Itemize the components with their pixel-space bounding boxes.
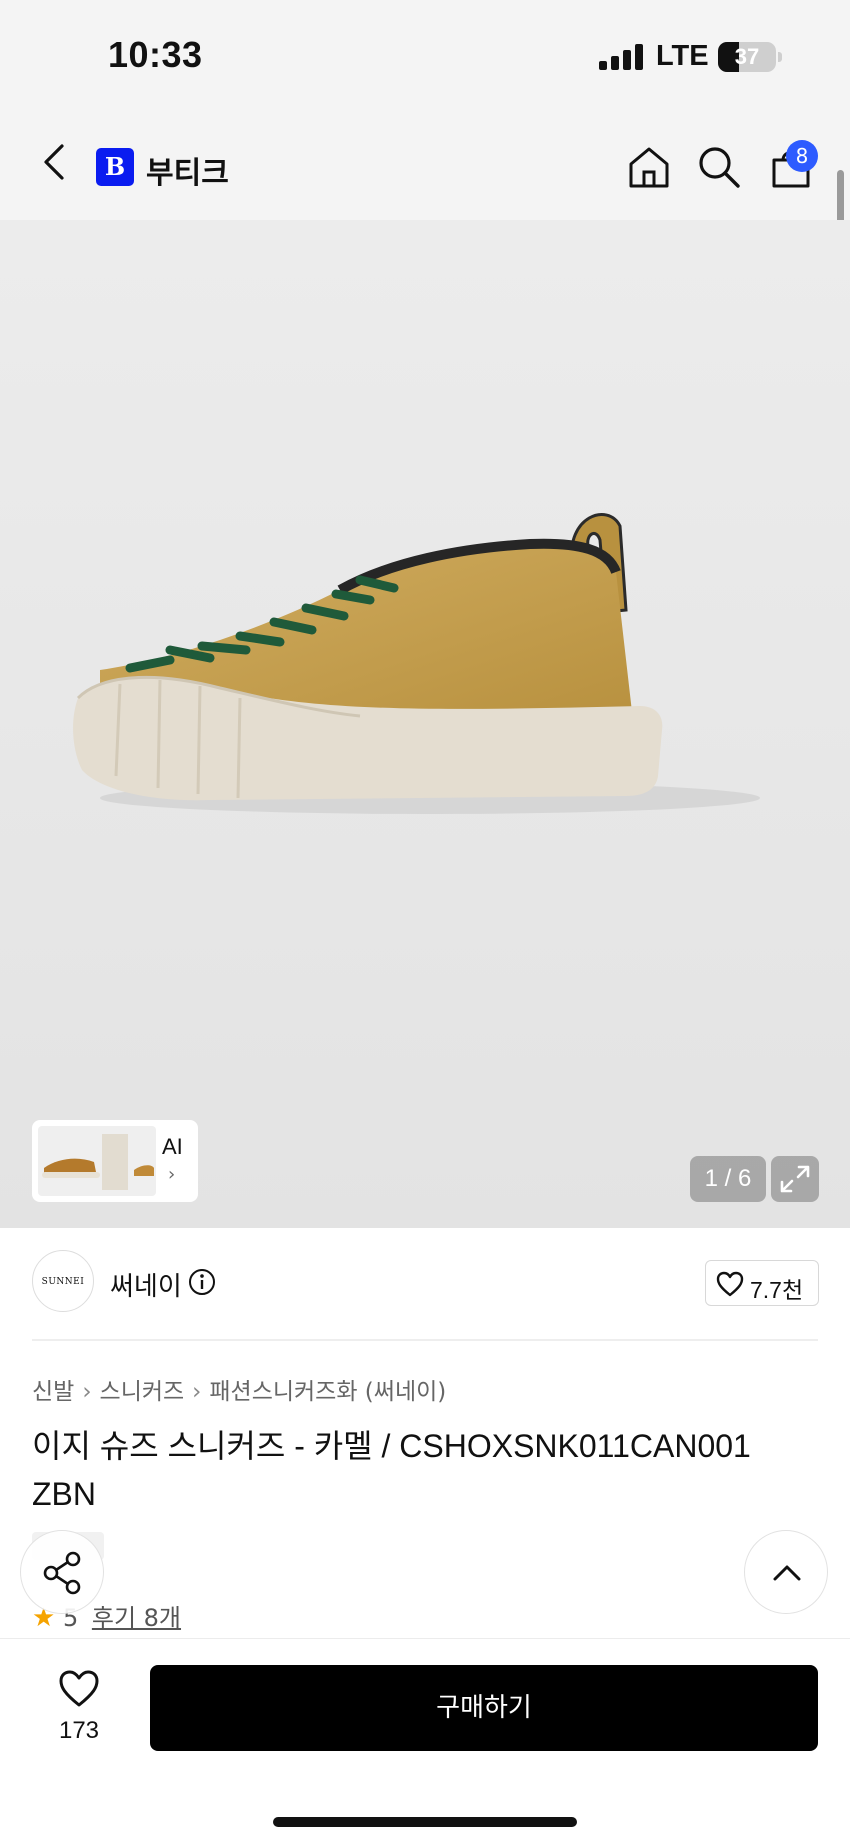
breadcrumb: 신발 › 스니커즈 › 패션스니커즈화 (써네이)	[32, 1372, 446, 1406]
share-icon	[43, 1551, 81, 1595]
ai-recommend-card[interactable]: AI ›	[32, 1120, 198, 1202]
image-counter: 1 / 6	[690, 1156, 766, 1202]
seller-name[interactable]: 써네이	[110, 1266, 182, 1303]
status-time: 10:33	[108, 34, 203, 75]
share-button[interactable]	[20, 1530, 104, 1614]
home-button[interactable]	[626, 144, 672, 190]
expand-icon	[780, 1165, 810, 1193]
ai-thumbnail-image	[38, 1126, 156, 1196]
breadcrumb-item[interactable]: 스니커즈	[100, 1379, 185, 1405]
ai-label: AI	[162, 1134, 183, 1159]
app-header: B 부티크 8	[0, 108, 850, 220]
back-icon	[44, 144, 64, 180]
product-title: 이지 슈즈 스니커즈 - 카멜 / CSHOXSNK011CAN001 ZBN	[32, 1428, 751, 1512]
chevron-up-icon	[773, 1565, 801, 1581]
product-image	[73, 513, 760, 814]
product-image-gallery[interactable]: AI › 1 / 6	[0, 220, 850, 1228]
breadcrumb-item[interactable]: 패션스니커즈화 (써네이)	[209, 1379, 446, 1405]
network-label: LTE	[656, 40, 709, 72]
battery-level: 37	[734, 44, 760, 69]
heart-icon	[716, 1271, 744, 1297]
status-bar: 10:33 LTE 37	[0, 0, 850, 108]
seller-row: SUNNEI 써네이 7.7천	[0, 1228, 850, 1340]
signal-icon	[599, 44, 643, 70]
info-icon[interactable]	[188, 1268, 216, 1296]
heart-icon	[59, 1670, 99, 1707]
wishlist-button[interactable]	[58, 1669, 100, 1709]
brand-like-count: 7.7천	[750, 1277, 804, 1303]
expand-button[interactable]	[771, 1156, 819, 1202]
cart-badge: 8	[786, 140, 818, 172]
search-icon	[699, 147, 740, 188]
brand-logo[interactable]: B	[96, 148, 134, 186]
breadcrumb-item[interactable]: 신발	[32, 1379, 74, 1405]
divider	[32, 1339, 818, 1341]
wishlist-count: 173	[58, 1717, 100, 1744]
home-indicator	[273, 1817, 577, 1827]
chevron-right-icon: ›	[192, 1379, 202, 1405]
brand-name[interactable]: 부티크	[146, 148, 229, 192]
seller-logo[interactable]: SUNNEI	[32, 1250, 94, 1312]
buy-button[interactable]: 구매하기	[150, 1665, 818, 1751]
chevron-right-icon: ›	[82, 1379, 92, 1405]
reviews-link[interactable]: 후기 8개	[92, 1604, 181, 1632]
bottom-action-bar: 173 구매하기	[0, 1638, 850, 1842]
chevron-right-icon: ›	[168, 1164, 176, 1185]
home-icon	[629, 147, 669, 188]
brand-like-button[interactable]: 7.7천	[705, 1260, 819, 1306]
battery-icon: 37	[718, 42, 776, 72]
back-button[interactable]	[36, 140, 76, 184]
scroll-top-button[interactable]	[744, 1530, 828, 1614]
search-button[interactable]	[696, 144, 742, 190]
